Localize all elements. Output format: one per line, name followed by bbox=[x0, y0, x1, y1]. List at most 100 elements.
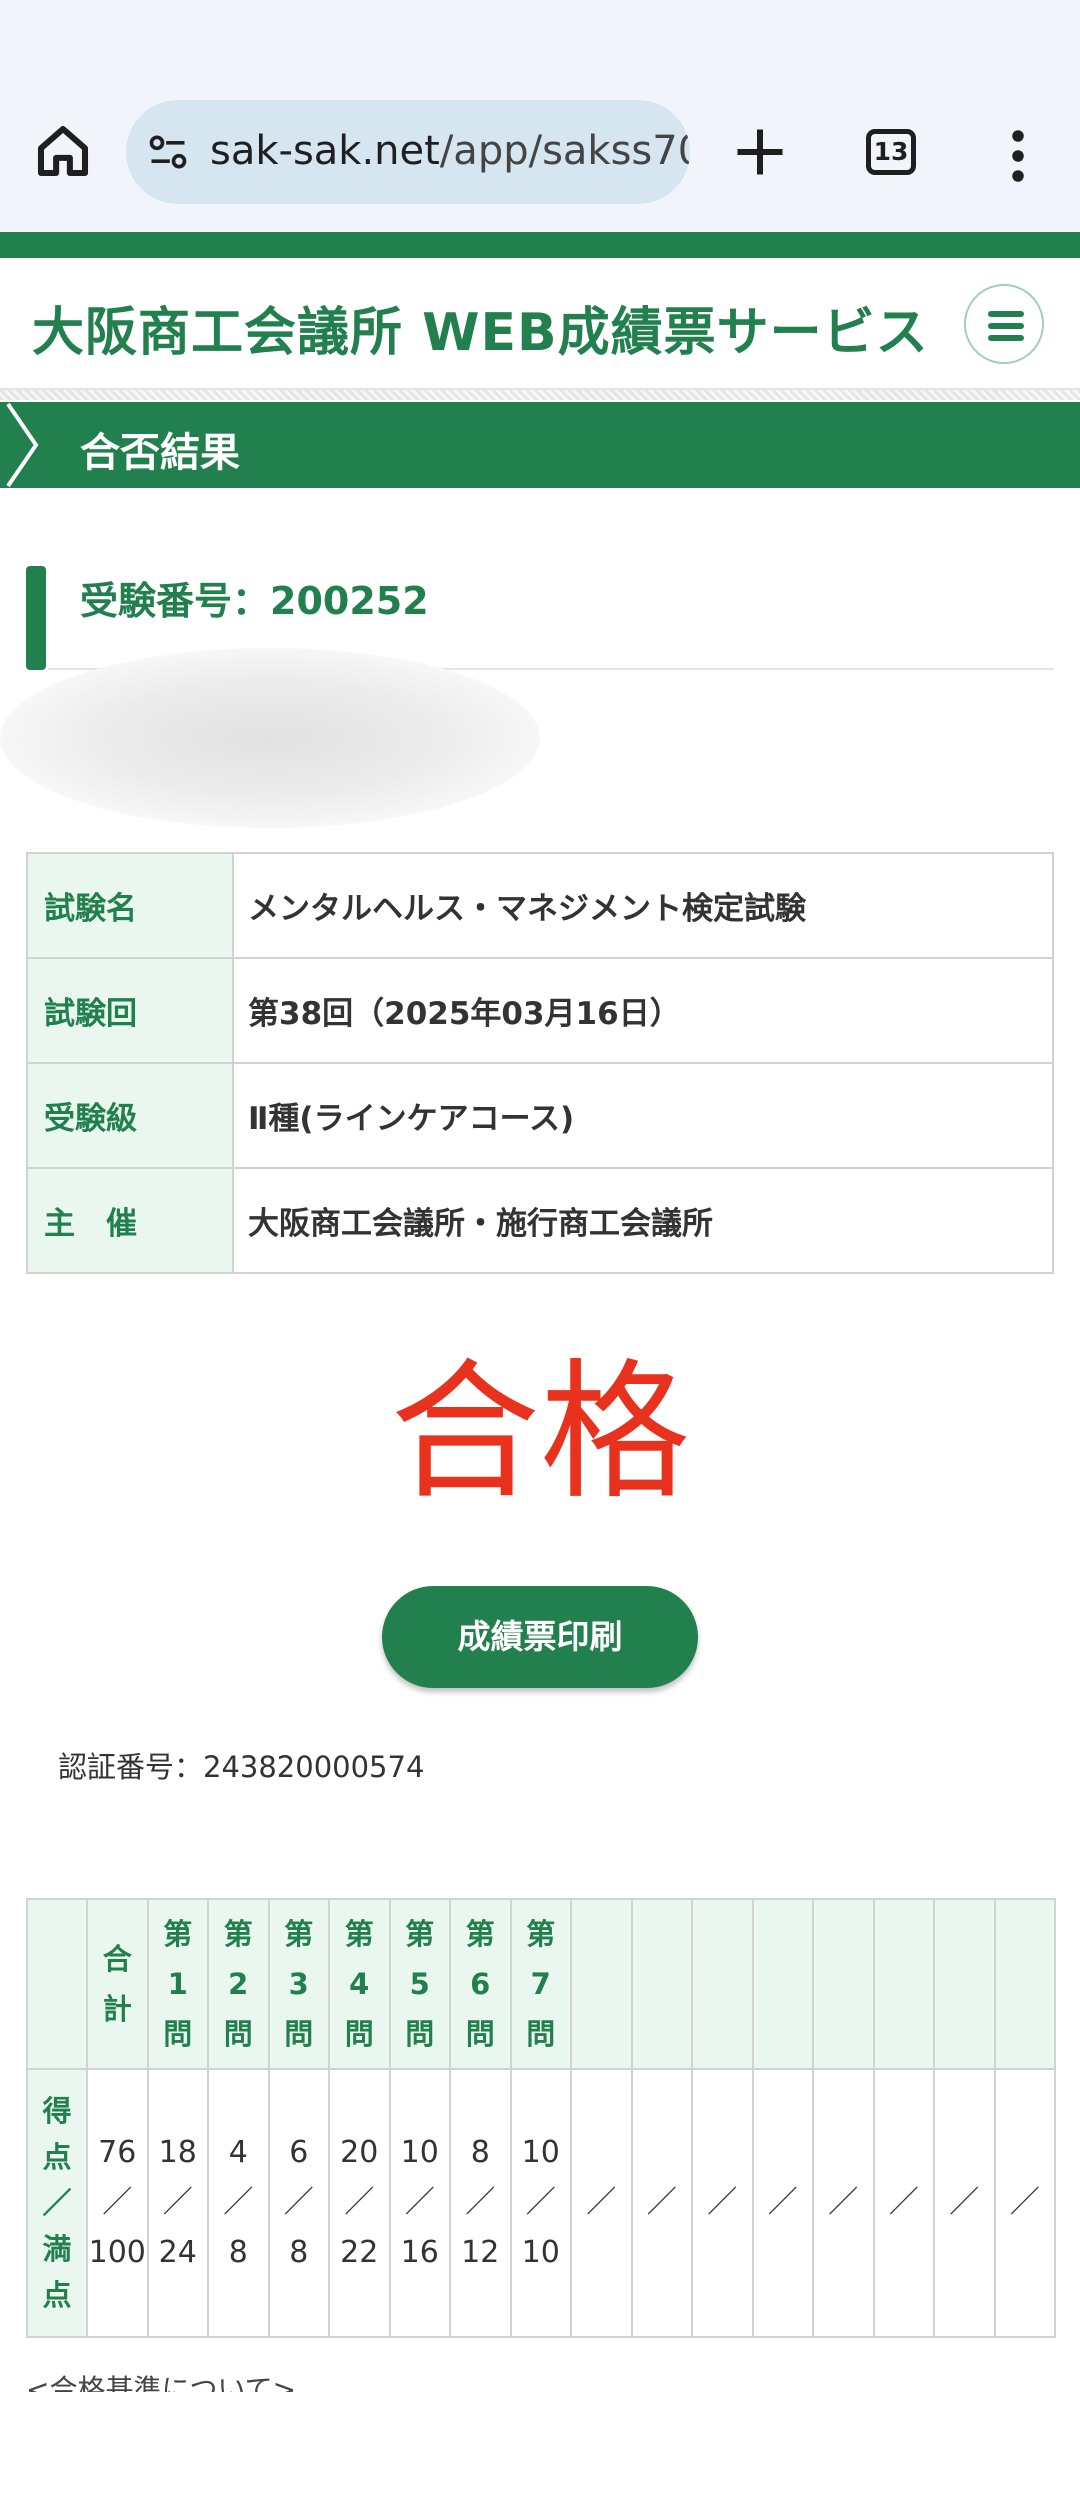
score-cell-0: 76 ／ 100 bbox=[86, 2068, 149, 2338]
score-corner-cell bbox=[26, 1898, 88, 2070]
info-label-organizer: 主 催 bbox=[26, 1167, 234, 1274]
score-cell-1: 18 ／ 24 bbox=[146, 2068, 209, 2338]
score-sep: ／ bbox=[465, 2185, 496, 2220]
hamburger-icon[interactable] bbox=[964, 284, 1044, 364]
score-row-label-text: 得点／満点 bbox=[42, 2094, 72, 2312]
chevron-right-icon bbox=[6, 402, 39, 488]
score-header-0: 合計 bbox=[86, 1898, 149, 2070]
score-header-text: 第4問 bbox=[344, 1917, 374, 2051]
table-row: 試験回 第38回（2025年03月16日） bbox=[26, 957, 1054, 1064]
score-sep: ／ bbox=[1009, 2185, 1040, 2220]
score-score: 18 bbox=[158, 2135, 197, 2170]
header-divider bbox=[0, 390, 1080, 400]
score-sep: ／ bbox=[102, 2185, 133, 2220]
score-sep: ／ bbox=[707, 2185, 738, 2220]
section-title: 合否結果 bbox=[80, 430, 240, 476]
redacted-name bbox=[0, 648, 540, 828]
score-header-14 bbox=[933, 1898, 996, 2070]
score-sep: ／ bbox=[767, 2185, 798, 2220]
certification-number: 認証番号：243820000574 bbox=[58, 1750, 425, 1784]
info-value-organizer: 大阪商工会議所・施行商工会議所 bbox=[232, 1167, 1054, 1274]
info-label-session: 試験回 bbox=[26, 957, 234, 1064]
top-accent-bar bbox=[0, 232, 1080, 258]
score-cell-11: ／ bbox=[751, 2068, 814, 2338]
score-cell-5: 10 ／ 16 bbox=[388, 2068, 451, 2338]
score-cell-7: 10 ／ 10 bbox=[509, 2068, 572, 2338]
browser-toolbar: sak-sak.net/app/sakss70 13 bbox=[0, 0, 1080, 232]
score-max: 100 bbox=[88, 2235, 146, 2270]
score-max: 8 bbox=[289, 2235, 309, 2270]
score-score: 10 bbox=[400, 2135, 439, 2170]
score-cell-4: 20 ／ 22 bbox=[328, 2068, 391, 2338]
score-cell-6: 8 ／ 12 bbox=[449, 2068, 512, 2338]
exam-info-table: 試験名 メンタルヘルス・マネジメント検定試験 試験回 第38回（2025年03月… bbox=[26, 852, 1054, 1274]
score-header-text: 第3問 bbox=[284, 1917, 314, 2051]
exam-number: 受験番号：200252 bbox=[80, 579, 429, 623]
score-header-13 bbox=[872, 1898, 935, 2070]
score-sep: ／ bbox=[586, 2185, 617, 2220]
score-header-7: 第7問 bbox=[509, 1898, 572, 2070]
info-value-exam-name: メンタルヘルス・マネジメント検定試験 bbox=[232, 852, 1054, 959]
score-header-text: 第1問 bbox=[163, 1917, 193, 2051]
score-header-8 bbox=[570, 1898, 633, 2070]
home-icon[interactable] bbox=[30, 118, 96, 184]
site-title[interactable]: 大阪商工会議所 WEB成績票サービス bbox=[32, 290, 929, 365]
table-row: 主 催 大阪商工会議所・施行商工会議所 bbox=[26, 1167, 1054, 1274]
score-header-15 bbox=[993, 1898, 1056, 2070]
score-value-row: 得点／満点 76 ／ 100 18 ／ 24 4 ／ 8 6 ／ 8 20 ／ 22 10 ／ 16 8 ／ 12 10 ／… bbox=[26, 2068, 1056, 2338]
score-header-row: 合計 第1問 第2問 第3問 第4問 第5問 第6問 第7問 bbox=[26, 1898, 1056, 2070]
score-header-text: 第2問 bbox=[223, 1917, 253, 2051]
url-text[interactable]: sak-sak.net/app/sakss70 bbox=[210, 128, 690, 174]
info-label-exam-name: 試験名 bbox=[26, 852, 234, 959]
score-score: 20 bbox=[340, 2135, 379, 2170]
new-tab-icon[interactable] bbox=[730, 122, 790, 182]
score-max: 16 bbox=[400, 2235, 439, 2270]
info-value-grade: Ⅱ種(ラインケアコース) bbox=[232, 1062, 1054, 1169]
score-header-3: 第3問 bbox=[267, 1898, 330, 2070]
score-header-text: 合計 bbox=[102, 1942, 132, 2026]
score-score: 6 bbox=[289, 2135, 309, 2170]
score-header-text: 第6問 bbox=[465, 1917, 495, 2051]
print-report-button[interactable]: 成績票印刷 bbox=[382, 1586, 698, 1688]
score-sep: ／ bbox=[525, 2185, 556, 2220]
section-heading: 合否結果 bbox=[0, 402, 1080, 488]
score-header-2: 第2問 bbox=[207, 1898, 270, 2070]
score-sep: ／ bbox=[162, 2185, 193, 2220]
score-cell-3: 6 ／ 8 bbox=[267, 2068, 330, 2338]
score-score: 76 bbox=[98, 2135, 137, 2170]
score-row-label: 得点／満点 bbox=[26, 2068, 88, 2338]
tab-switcher-icon[interactable]: 13 bbox=[866, 129, 916, 175]
score-cell-2: 4 ／ 8 bbox=[207, 2068, 270, 2338]
score-cell-15: ／ bbox=[993, 2068, 1056, 2338]
info-label-grade: 受験級 bbox=[26, 1062, 234, 1169]
pass-result: 合格 bbox=[389, 1346, 690, 1520]
score-header-text: 第7問 bbox=[526, 1917, 556, 2051]
address-bar[interactable]: sak-sak.net/app/sakss70 bbox=[126, 100, 690, 204]
score-header-12 bbox=[812, 1898, 875, 2070]
score-sep: ／ bbox=[828, 2185, 859, 2220]
score-max: 24 bbox=[158, 2235, 197, 2270]
score-sep: ／ bbox=[283, 2185, 314, 2220]
score-sep: ／ bbox=[344, 2185, 375, 2220]
score-cell-13: ／ bbox=[872, 2068, 935, 2338]
score-sep: ／ bbox=[404, 2185, 435, 2220]
score-cell-9: ／ bbox=[630, 2068, 693, 2338]
score-header-1: 第1問 bbox=[146, 1898, 209, 2070]
score-header-text: 第5問 bbox=[405, 1917, 435, 2051]
score-sep: ／ bbox=[949, 2185, 980, 2220]
score-sep: ／ bbox=[646, 2185, 677, 2220]
pass-criteria-link[interactable]: <合格基準について> bbox=[26, 2370, 296, 2392]
score-header-6: 第6問 bbox=[449, 1898, 512, 2070]
exam-number-accent bbox=[26, 566, 46, 670]
url-path: /app/sakss70 bbox=[439, 128, 690, 174]
score-max: 22 bbox=[340, 2235, 379, 2270]
score-header-9 bbox=[630, 1898, 693, 2070]
score-score: 8 bbox=[470, 2135, 490, 2170]
table-row: 試験名 メンタルヘルス・マネジメント検定試験 bbox=[26, 852, 1054, 959]
score-cell-10: ／ bbox=[691, 2068, 754, 2338]
site-settings-icon[interactable] bbox=[146, 130, 190, 174]
more-menu-icon[interactable] bbox=[998, 126, 1038, 186]
table-row: 受験級 Ⅱ種(ラインケアコース) bbox=[26, 1062, 1054, 1169]
score-cell-14: ／ bbox=[933, 2068, 996, 2338]
score-max: 8 bbox=[228, 2235, 248, 2270]
